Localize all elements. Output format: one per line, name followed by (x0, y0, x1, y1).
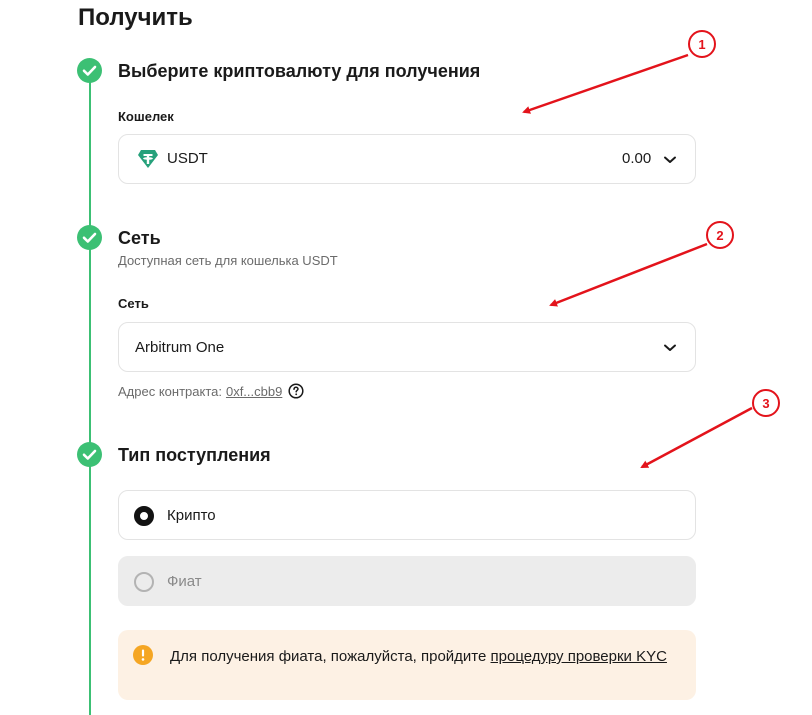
annotation-arrow-1 (522, 53, 689, 114)
annotation-arrow-3 (640, 406, 753, 469)
annotation-marker-2: 2 (706, 221, 734, 249)
annotation-arrow-2 (549, 242, 708, 307)
annotation-arrows (522, 53, 753, 469)
annotation-marker-3: 3 (752, 389, 780, 417)
annotation-marker-1: 1 (688, 30, 716, 58)
